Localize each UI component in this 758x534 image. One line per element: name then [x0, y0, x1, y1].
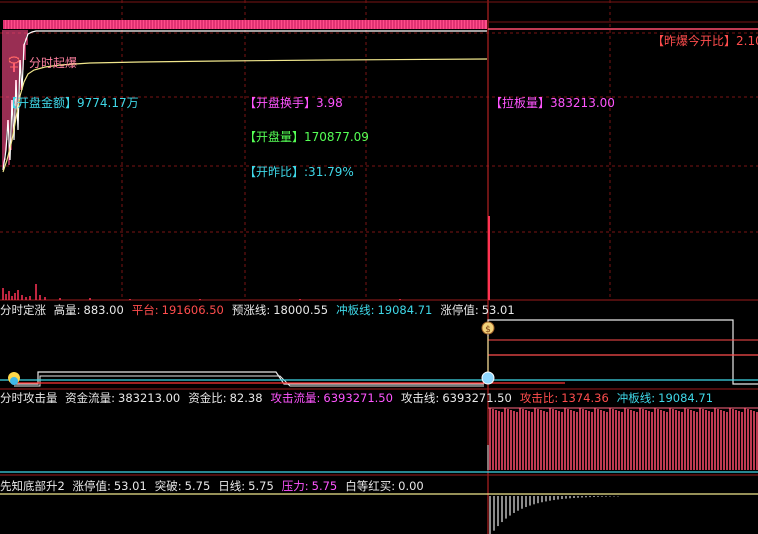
indicator1-item-1: 平台: 191606.50 [132, 303, 228, 317]
indicator3-item-label: 涨停值: [72, 479, 111, 493]
burst-ratio-readout: 【昨爆今开比】2.10 [652, 34, 758, 48]
open-ratio-value: :31.79% [304, 165, 354, 179]
indicator3-item-1: 突破: 5.75 [155, 479, 214, 493]
indicator3-item-value: 5.75 [248, 479, 274, 493]
price-panel-grid [0, 0, 758, 300]
indicator3-item-value: 53.01 [113, 479, 147, 493]
opening-amount-value: 9774.17万 [77, 96, 139, 110]
volume-spike-right [488, 216, 490, 300]
open-ratio-label: 【开昨比】 [244, 165, 305, 179]
indicator1-item-value: 883.00 [83, 303, 124, 317]
intraday-chart-canvas[interactable]: $ [0, 0, 758, 534]
indicator2-item-value: 6393271.50 [442, 391, 512, 405]
indicator2-item-5: 冲板线: 19084.71 [617, 391, 717, 405]
indicator3-items: 涨停值: 53.01 突破: 5.75 日线: 5.75 压力: 5.75 白等红买: 0.00 [72, 479, 431, 493]
indicator3-item-value: 5.75 [311, 479, 338, 493]
indicator2-name[interactable]: 分时攻击量 [0, 391, 58, 405]
indicator2-item-label: 资金流量: [65, 391, 116, 405]
volume-bars [2, 284, 401, 300]
indicator2-item-label: 攻击比: [519, 391, 559, 405]
indicator3-item-3: 压力: 5.75 [282, 479, 341, 493]
limit-band-stripes [3, 20, 485, 29]
indicator1-item-4: 涨停值: 53.01 [440, 303, 518, 317]
indicator3-item-label: 压力: [281, 479, 309, 493]
indicator2-item-3: 攻击线: 6393271.50 [401, 391, 516, 405]
limit-volume-value: 383213.00 [550, 96, 615, 110]
indicator2-bar[interactable]: 分时攻击量 资金流量: 383213.00 资金比: 82.38 攻击流量: 639327… [0, 390, 758, 406]
opening-amount-label: 【开盘金额】 [5, 96, 78, 110]
opening-amount-readout: 【开盘金额】9774.17万 [5, 96, 139, 110]
indicator1-bar[interactable]: 分时定涨 高量: 883.00 平台: 191606.50 预涨线: 18000.55 冲板… [0, 302, 758, 318]
indicator2-item-value: 19084.71 [658, 391, 714, 405]
limit-volume-readout: 【拉板量】383213.00 [490, 96, 615, 110]
svg-text:$: $ [485, 325, 491, 335]
dollar-coin-icon: $ [481, 321, 495, 335]
burst-ratio-value: 2.10 [736, 34, 758, 48]
indicator1-item-value: 18000.55 [273, 303, 329, 317]
indicator2-item-label: 资金比: [188, 391, 227, 405]
indicator2-item-0: 资金流量: 383213.00 [65, 391, 184, 405]
indicator1-item-label: 涨停值: [440, 303, 479, 317]
indicator3-item-4: 白等红买: 0.00 [345, 479, 427, 493]
indicator3-item-2: 日线: 5.75 [218, 479, 277, 493]
opening-volume-value: 170877.09 [304, 130, 369, 144]
opening-volume-label: 【开盘量】 [244, 130, 305, 144]
indicator2-item-4: 攻击比: 1374.36 [520, 391, 613, 405]
indicator1-item-value: 53.01 [481, 303, 515, 317]
indicator1-item-2: 预涨线: 18000.55 [232, 303, 332, 317]
indicator3-item-value: 5.75 [184, 479, 211, 493]
indicator1-item-0: 高量: 883.00 [54, 303, 128, 317]
bottom-decay-bars [489, 496, 619, 534]
indicator3-item-value: 0.00 [398, 479, 424, 493]
opening-volume-readout: 【开盘量】170877.09 [244, 130, 369, 144]
indicator1-item-label: 高量: [53, 303, 81, 317]
indicator1-name[interactable]: 分时定涨 [0, 303, 46, 317]
intraday-burst-tag: 分时起爆 [29, 56, 77, 70]
indicator1-item-value: 19084.71 [377, 303, 433, 317]
indicator1-item-value: 191606.50 [161, 303, 224, 317]
opening-turnover-readout: 【开盘换手】3.98 [244, 96, 343, 110]
indicator3-name[interactable]: 先知底部升2 [0, 479, 65, 493]
blue-dot-icon [481, 371, 495, 385]
indicator2-item-value: 6393271.50 [323, 391, 393, 405]
indicator1-item-label: 预涨线: [231, 303, 271, 317]
indicator1-item-3: 冲板线: 19084.71 [336, 303, 436, 317]
pre-rise-line [487, 319, 758, 385]
open-ratio-readout: 【开昨比】:31.79% [244, 165, 354, 179]
opening-turnover-label: 【开盘换手】 [244, 96, 317, 110]
limit-volume-label: 【拉板量】 [490, 96, 551, 110]
indicator2-item-label: 攻击流量: [270, 391, 321, 405]
indicator2-items: 资金流量: 383213.00 资金比: 82.38 攻击流量: 6393271.50 攻击… [65, 391, 721, 405]
indicator2-item-value: 1374.36 [561, 391, 609, 405]
intraday-burst-text: 分时起爆 [29, 56, 78, 70]
indicator2-item-label: 攻击线: [400, 391, 440, 405]
indicator2-item-1: 资金比: 82.38 [188, 391, 266, 405]
indicator1-item-label: 平台: [131, 303, 159, 317]
indicator3-item-label: 白等红买: [345, 479, 396, 493]
opening-turnover-value: 3.98 [316, 96, 343, 110]
indicator1-item-label: 冲板线: [336, 303, 375, 317]
indicator3-bar[interactable]: 先知底部升2 涨停值: 53.01 突破: 5.75 日线: 5.75 压力: 5.75 白等红… [0, 478, 758, 494]
burst-ratio-label: 【昨爆今开比】 [652, 34, 737, 48]
indicator3-item-label: 突破: [154, 479, 182, 493]
attack-volume-bars [489, 408, 758, 470]
indicator2-item-label: 冲板线: [616, 391, 656, 405]
platform-line [14, 371, 484, 385]
indicator1-items: 高量: 883.00 平台: 191606.50 预涨线: 18000.55 冲板线: 190… [54, 303, 523, 317]
indicator3-item-0: 涨停值: 53.01 [72, 479, 150, 493]
indicator2-item-2: 攻击流量: 6393271.50 [271, 391, 397, 405]
indicator2-item-value: 383213.00 [118, 391, 181, 405]
indicator3-item-label: 日线: [218, 479, 246, 493]
indicator2-item-value: 82.38 [229, 391, 263, 405]
